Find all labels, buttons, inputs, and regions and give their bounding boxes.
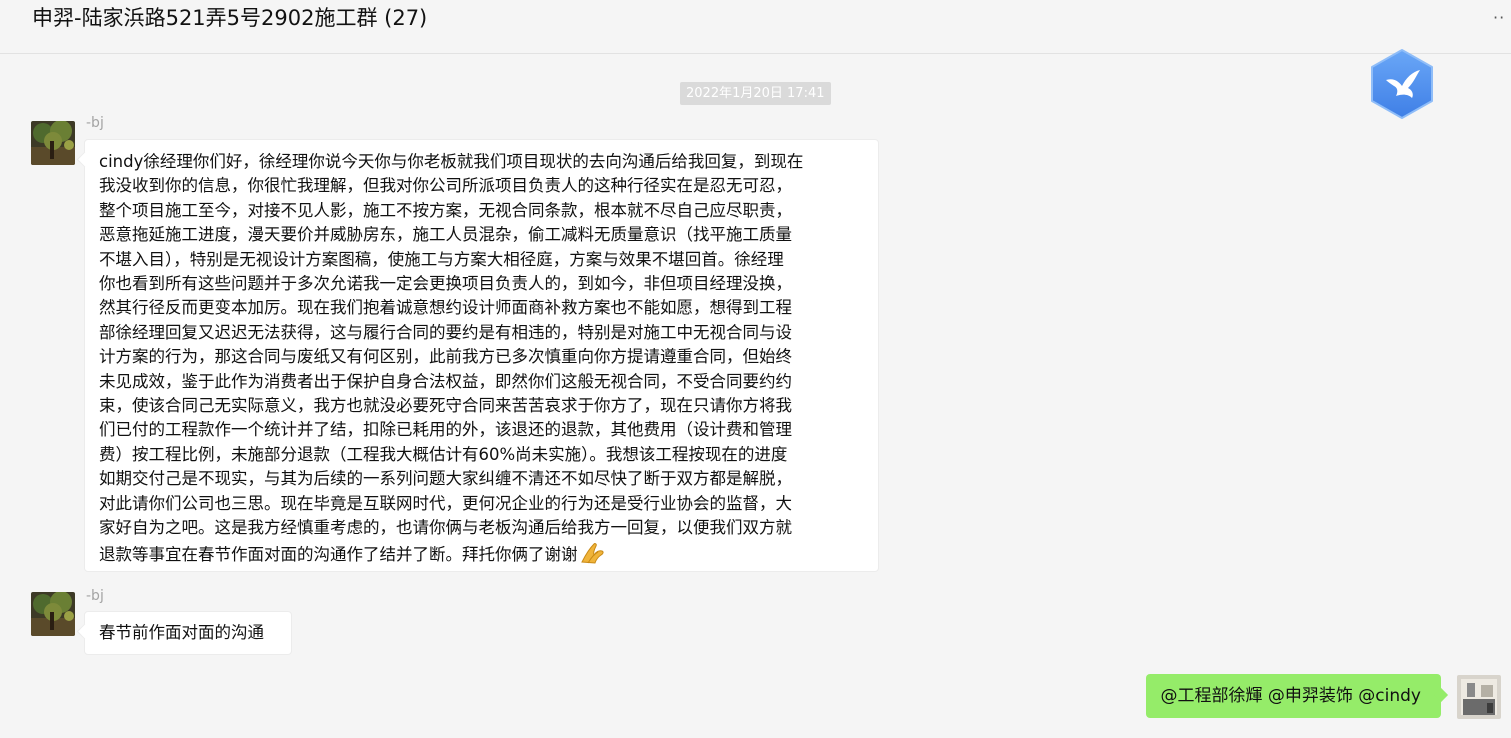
message-line: 部徐经理回复又迟迟无法获得，这与履行合同的要约是有相违的，特别是对施工中无视合同… xyxy=(99,322,792,342)
message-line-text: 退款等事宜在春节作面对面的沟通作了结并了断。拜托你俩了谢谢 xyxy=(99,544,578,564)
sender-avatar[interactable] xyxy=(31,592,75,636)
chat-header: 申羿-陆家浜路521弄5号2902施工群 (27) ·· xyxy=(0,0,1511,54)
message-line: 不堪入目），特别是无视设计方案图稿，使施工与方案大相径庭，方案与效果不堪回首。徐… xyxy=(99,249,784,269)
sender-avatar[interactable] xyxy=(31,121,75,165)
message-timestamp: 2022年1月20日 17:41 xyxy=(680,82,831,105)
praying-hands-emoji-icon xyxy=(579,541,607,572)
message-bubble[interactable]: cindy徐经理你们好，徐经理你说今天你与你老板就我们项目现状的去向沟通后给我回… xyxy=(84,139,879,572)
my-message-bubble[interactable]: @工程部徐輝 @申羿装饰 @cindy xyxy=(1146,674,1441,718)
bird-logo-icon[interactable] xyxy=(1368,48,1436,120)
message-line: 们已付的工程款作一个统计并了结，扣除已耗用的外，该退还的退款，其他费用（设计费和… xyxy=(99,420,792,440)
message-text: 春节前作面对面的沟通 xyxy=(99,623,264,642)
message-line: 如期交付己是不现实，与其为后续的一系列问题大家纠缠不清还不如尽快了断于双方都是解… xyxy=(99,469,792,489)
sender-name: -bj xyxy=(86,588,104,604)
my-message-text: @工程部徐輝 @申羿装饰 @cindy xyxy=(1160,686,1421,706)
message-bubble[interactable]: 春节前作面对面的沟通 xyxy=(84,611,292,655)
message-line: cindy徐经理你们好，徐经理你说今天你与你老板就我们项目现状的去向沟通后给我回… xyxy=(99,152,804,171)
message-line: 你也看到所有这些问题并于多次允诺我一定会更换项目负责人的，到如今，非但项目经理没… xyxy=(99,274,792,294)
message-line: 恶意拖延施工进度，漫天要价并威胁房东，施工人员混杂，偷工减料无质量意识（找平施工… xyxy=(99,225,792,245)
more-icon[interactable]: ·· xyxy=(1493,8,1511,38)
message-line: 未见成效，鉴于此作为消费者出于保护自身合法权益，即然你们这般无视合同，不受合同要… xyxy=(99,371,792,391)
message-line: 家好自为之吧。这是我方经慎重考虑的，也请你俩与老板沟通后给我方一回复，以便我们双… xyxy=(99,518,792,538)
message-line: 我没收到你的信息，你很忙我理解，但我对你公司所派项目负责人的这种行径实在是忍无可… xyxy=(99,176,792,196)
message-line: 束，使该合同己无实际意义，我方也就没必要死守合同来苦苦哀求于你方了，现在只请你方… xyxy=(99,396,792,416)
message-line-last: 退款等事宜在春节作面对面的沟通作了结并了断。拜托你俩了谢谢 xyxy=(99,541,866,572)
chat-title: 申羿-陆家浜路521弄5号2902施工群 (27) xyxy=(32,6,428,30)
message-line: 计方案的行为，那这合同与废纸又有何区别，此前我方已多次慎重向你方提请遵重合同，但… xyxy=(99,347,792,367)
message-line: 费）按工程比例，未施部分退款（工程我大概估计有60%尚未实施）。我想该工程按现在… xyxy=(99,444,788,464)
message-line: 对此请你们公司也三思。现在毕竟是互联网时代，更何况企业的行为还是受行业协会的监督… xyxy=(99,493,792,513)
message-line: 整个项目施工至今，对接不见人影，施工不按方案，无视合同条款，根本就不尽自己应尽职… xyxy=(99,200,792,220)
message-line: 然其行径反而更变本加厉。现在我们抱着诚意想约设计师面商补救方案也不能如愿，想得到… xyxy=(99,298,792,318)
sender-name: -bj xyxy=(86,115,104,131)
my-avatar[interactable] xyxy=(1457,675,1501,719)
